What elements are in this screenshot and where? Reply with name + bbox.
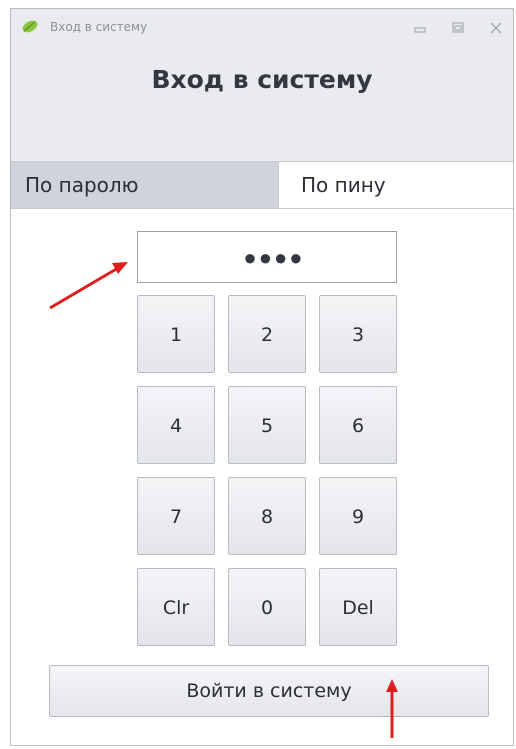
annotation-arrows [49,262,398,738]
annotation-arrow-icon [386,679,398,738]
annotation-arrow-icon [49,262,128,310]
